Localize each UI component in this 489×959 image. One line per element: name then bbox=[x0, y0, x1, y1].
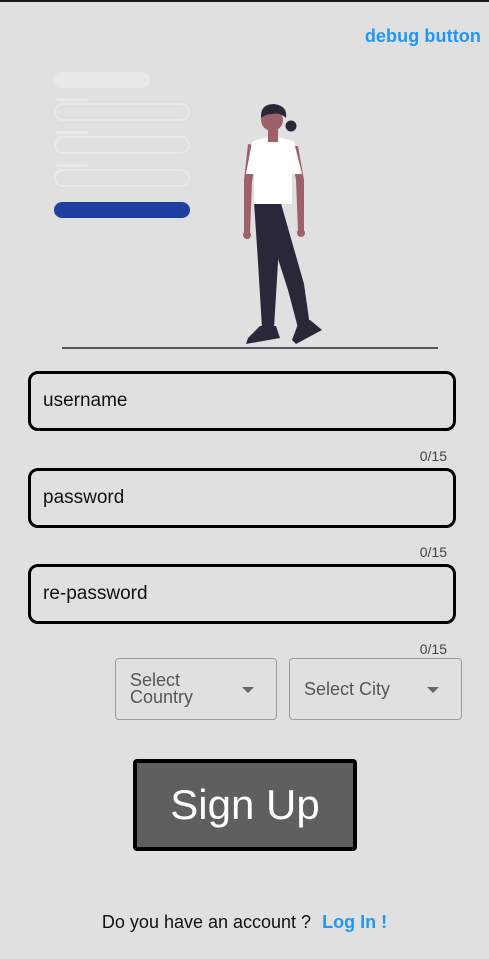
repassword-char-counter: 0/15 bbox=[419, 641, 447, 657]
person-walking-illustration-icon bbox=[53, 72, 438, 349]
username-field[interactable] bbox=[28, 371, 456, 431]
city-select-label: Select City bbox=[304, 679, 391, 699]
debug-button[interactable]: debug button bbox=[365, 26, 481, 47]
city-select[interactable]: Select City bbox=[289, 658, 462, 720]
repassword-field[interactable] bbox=[28, 564, 456, 624]
login-prompt-text: Do you have an account ? bbox=[101, 912, 312, 932]
top-border bbox=[0, 0, 489, 2]
username-char-counter: 0/15 bbox=[419, 448, 447, 464]
chevron-down-icon bbox=[242, 687, 254, 693]
signup-illustration bbox=[48, 62, 448, 354]
repassword-input[interactable] bbox=[43, 567, 441, 621]
chevron-down-icon bbox=[427, 687, 439, 693]
password-char-counter: 0/15 bbox=[419, 544, 447, 560]
country-select[interactable]: Select Country bbox=[115, 658, 277, 720]
sign-up-button[interactable]: Sign Up bbox=[133, 759, 357, 851]
password-input[interactable] bbox=[43, 471, 441, 525]
country-select-label-line2: Country bbox=[130, 687, 194, 707]
username-input[interactable] bbox=[43, 374, 441, 428]
country-select-label: Select Country bbox=[130, 671, 194, 707]
login-link[interactable]: Log In ! bbox=[322, 912, 387, 932]
password-field[interactable] bbox=[28, 468, 456, 528]
login-prompt: Do you have an account ? Log In ! bbox=[0, 912, 489, 933]
